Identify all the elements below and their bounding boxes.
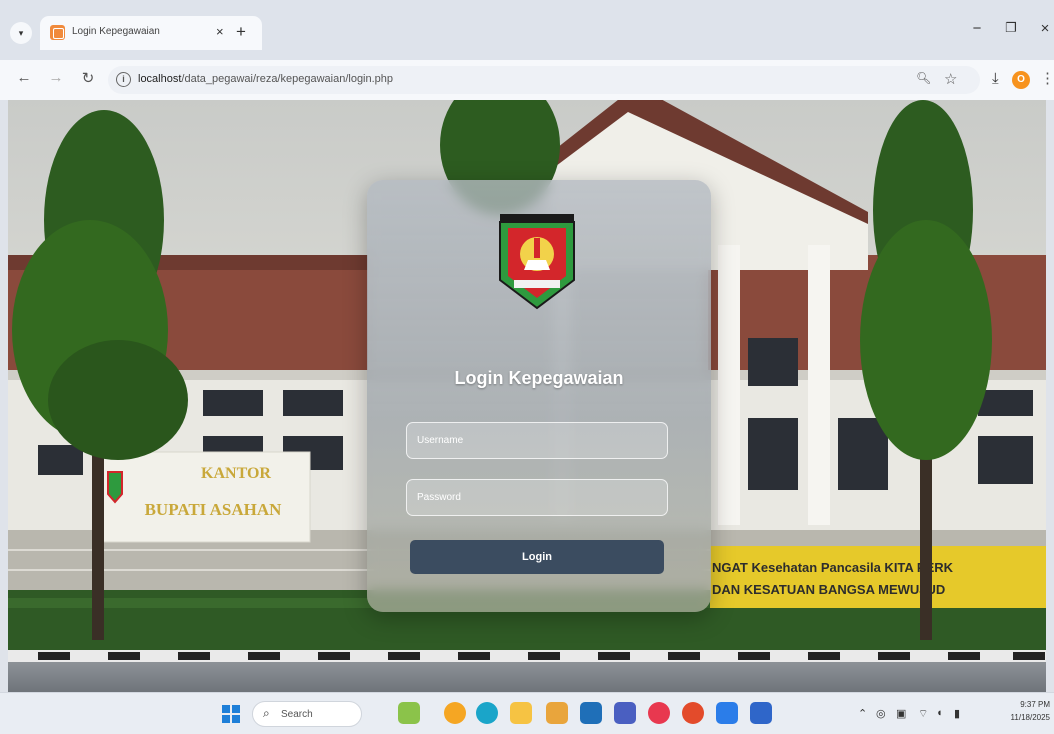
start-menu-icon[interactable]: [222, 705, 240, 723]
banner-line-2: DAN KESATUAN BANGSA MEWUJUD: [712, 582, 945, 597]
profile-avatar[interactable]: O: [1012, 71, 1030, 89]
windows-taskbar: ⌕ Search ⌃ ◎ ▣ ⌔ ◖ ▮ 9:37 PM 11/18/2025: [0, 692, 1054, 734]
download-icon[interactable]: ⤓: [992, 70, 999, 87]
browser-nav-bar: ← → ↻ i localhost/data_pegawai/reza/kepe…: [0, 60, 1054, 100]
tab-close-icon[interactable]: ×: [216, 24, 224, 39]
mail-icon[interactable]: [716, 702, 738, 724]
copilot-icon[interactable]: [444, 702, 466, 724]
close-window-button[interactable]: ×: [1034, 20, 1054, 37]
app-icon[interactable]: [546, 702, 568, 724]
tab-search-icon[interactable]: ▾: [10, 22, 32, 44]
site-info-icon[interactable]: i: [116, 72, 131, 87]
wifi-icon[interactable]: ⌔: [918, 707, 928, 721]
password-input[interactable]: [406, 479, 668, 516]
reload-icon[interactable]: ↻: [78, 69, 98, 87]
forward-icon[interactable]: →: [46, 69, 66, 86]
editor-icon[interactable]: [614, 702, 636, 724]
banner-line-1: NGAT Kesehatan Pancasila KITA PERK: [712, 560, 954, 575]
edge-icon[interactable]: [476, 702, 498, 724]
widgets-icon[interactable]: [398, 702, 420, 724]
store-icon[interactable]: [580, 702, 602, 724]
login-card: Login Kepegawaian Login: [367, 180, 711, 612]
zoom-icon[interactable]: 🔍︎: [916, 71, 931, 85]
volume-icon[interactable]: ◖: [936, 707, 943, 719]
minimize-button[interactable]: −: [966, 20, 988, 37]
asahan-emblem-icon: [499, 214, 575, 310]
url-text[interactable]: localhost/data_pegawai/reza/kepegawaian/…: [138, 73, 393, 85]
restore-button[interactable]: ❐: [1000, 20, 1022, 36]
login-title: Login Kepegawaian: [454, 368, 624, 388]
chrome-icon[interactable]: [682, 702, 704, 724]
taskbar-search-label: Search: [281, 709, 313, 720]
page-viewport: KANTOR BUPATI ASAHAN NGAT Kesehatan Panc…: [8, 100, 1046, 692]
sign-line-1: KANTOR: [201, 465, 271, 482]
file-explorer-icon[interactable]: [510, 702, 532, 724]
username-input[interactable]: [406, 422, 668, 459]
sign-line-2: BUPATI ASAHAN: [145, 500, 283, 519]
media-icon[interactable]: [648, 702, 670, 724]
more-menu-icon[interactable]: ⋮: [1040, 69, 1054, 87]
back-icon[interactable]: ←: [14, 69, 34, 86]
login-button[interactable]: Login: [410, 540, 664, 574]
favicon-icon: [50, 25, 65, 40]
address-bar[interactable]: i localhost/data_pegawai/reza/kepegawaia…: [108, 66, 980, 94]
bookmark-star-icon[interactable]: ☆: [944, 70, 957, 88]
new-tab-button[interactable]: +: [236, 22, 246, 42]
taskbar-date[interactable]: 11/18/2025: [1010, 713, 1050, 722]
search-icon: ⌕: [263, 706, 270, 720]
tray-cloud-icon[interactable]: ▣: [896, 707, 906, 720]
browser-tab[interactable]: Login Kepegawaian ×: [40, 16, 262, 50]
tab-title: Login Kepegawaian: [72, 26, 160, 37]
browser-tab-bar: ▾ Login Kepegawaian × + − ❐ ×: [0, 0, 1054, 60]
tray-chevron-icon[interactable]: ⌃: [858, 707, 867, 720]
battery-icon[interactable]: ▮: [954, 707, 960, 720]
vscode-icon[interactable]: [750, 702, 772, 724]
tray-app-icon[interactable]: ◎: [876, 707, 886, 720]
taskbar-time[interactable]: 9:37 PM: [1010, 700, 1050, 709]
taskbar-search[interactable]: ⌕ Search: [252, 701, 362, 727]
sign-emblem-icon: [107, 471, 123, 504]
